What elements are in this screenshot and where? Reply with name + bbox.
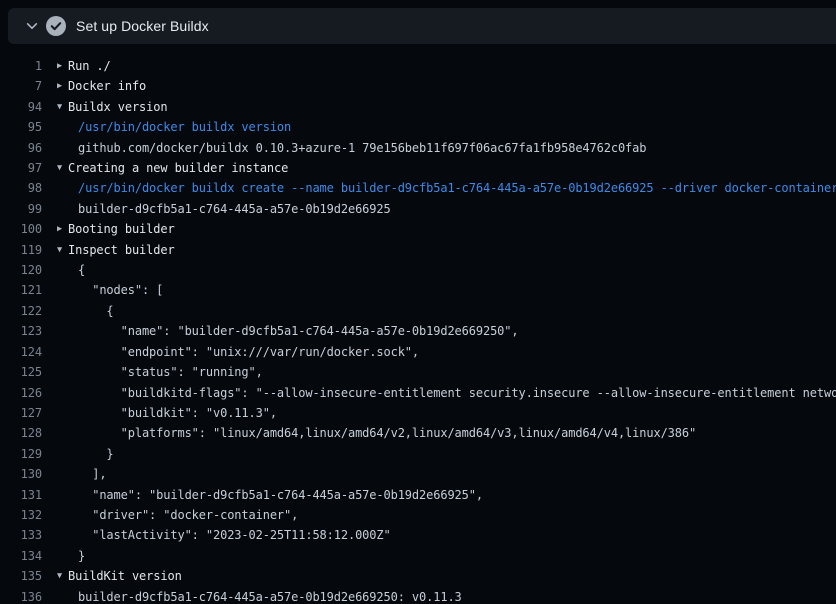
- line-number[interactable]: 123: [0, 321, 42, 341]
- line-number[interactable]: 98: [0, 178, 42, 198]
- line-number[interactable]: 99: [0, 199, 42, 219]
- output-text: }: [78, 444, 114, 464]
- log-line[interactable]: 97 ▼Creating a new builder instance: [0, 158, 836, 178]
- log-line[interactable]: 94 ▼Buildx version: [0, 97, 836, 117]
- log-line[interactable]: 100 ▶Booting builder: [0, 219, 836, 239]
- group-title[interactable]: BuildKit version: [68, 569, 182, 583]
- log-line: 131 "name": "builder-d9cfb5a1-c764-445a-…: [0, 485, 836, 505]
- output-text: "driver": "docker-container",: [78, 505, 298, 525]
- line-number[interactable]: 126: [0, 383, 42, 403]
- log-line: 124 "endpoint": "unix:///var/run/docker.…: [0, 342, 836, 362]
- output-text: {: [78, 301, 114, 321]
- group-title[interactable]: Booting builder: [68, 222, 175, 236]
- output-text: "buildkitd-flags": "--allow-insecure-ent…: [78, 383, 836, 403]
- command-text: /usr/bin/docker buildx version: [78, 117, 291, 137]
- log-line: 128 "platforms": "linux/amd64,linux/amd6…: [0, 423, 836, 443]
- log-line: 129 }: [0, 444, 836, 464]
- line-number[interactable]: 135: [0, 566, 42, 586]
- output-text: builder-d9cfb5a1-c764-445a-a57e-0b19d2e6…: [78, 199, 391, 219]
- triangle-collapsed-icon[interactable]: ▶: [57, 56, 68, 76]
- triangle-expanded-icon[interactable]: ▼: [57, 566, 68, 586]
- line-number[interactable]: 129: [0, 444, 42, 464]
- log-line: 125 "status": "running",: [0, 362, 836, 382]
- output-text: "name": "builder-d9cfb5a1-c764-445a-a57e…: [78, 485, 483, 505]
- log-line: 133 "lastActivity": "2023-02-25T11:58:12…: [0, 525, 836, 545]
- line-number[interactable]: 96: [0, 138, 42, 158]
- log-line[interactable]: 119 ▼Inspect builder: [0, 240, 836, 260]
- group-title[interactable]: Buildx version: [68, 100, 167, 114]
- line-number[interactable]: 120: [0, 260, 42, 280]
- line-number[interactable]: 1: [0, 56, 42, 76]
- line-number[interactable]: 134: [0, 546, 42, 566]
- group-title[interactable]: Creating a new builder instance: [68, 161, 288, 175]
- output-text: github.com/docker/buildx 0.10.3+azure-1 …: [78, 138, 646, 158]
- log-line: 99 builder-d9cfb5a1-c764-445a-a57e-0b19d2…: [0, 199, 836, 219]
- group-title[interactable]: Run ./: [68, 59, 111, 73]
- chevron-down-icon[interactable]: [25, 19, 39, 33]
- triangle-expanded-icon[interactable]: ▼: [57, 240, 68, 260]
- line-number[interactable]: 122: [0, 301, 42, 321]
- line-number[interactable]: 128: [0, 423, 42, 443]
- line-number[interactable]: 119: [0, 240, 42, 260]
- output-text: {: [78, 260, 85, 280]
- line-number[interactable]: 121: [0, 280, 42, 300]
- log-lines: 1▶Run ./7▶Docker info94▼Buildx version95…: [0, 44, 836, 604]
- log-line: 123 "name": "builder-d9cfb5a1-c764-445a-…: [0, 321, 836, 341]
- line-number[interactable]: 94: [0, 97, 42, 117]
- line-number[interactable]: 136: [0, 587, 42, 604]
- line-number[interactable]: 127: [0, 403, 42, 423]
- line-number[interactable]: 124: [0, 342, 42, 362]
- output-text: "name": "builder-d9cfb5a1-c764-445a-a57e…: [78, 321, 519, 341]
- output-text: "buildkit": "v0.11.3",: [78, 403, 277, 423]
- log-line: 121 "nodes": [: [0, 280, 836, 300]
- output-text: }: [78, 546, 85, 566]
- output-text: builder-d9cfb5a1-c764-445a-a57e-0b19d2e6…: [78, 587, 462, 604]
- output-text: "endpoint": "unix:///var/run/docker.sock…: [78, 342, 419, 362]
- group-title[interactable]: Inspect builder: [68, 243, 175, 257]
- log-line: 136 builder-d9cfb5a1-c764-445a-a57e-0b19d…: [0, 587, 836, 604]
- output-text: "nodes": [: [78, 280, 163, 300]
- log-line: 120 {: [0, 260, 836, 280]
- line-number[interactable]: 97: [0, 158, 42, 178]
- log-line: 98/usr/bin/docker buildx create --name b…: [0, 178, 836, 198]
- line-number[interactable]: 130: [0, 464, 42, 484]
- triangle-collapsed-icon[interactable]: ▶: [57, 219, 68, 239]
- step-title: Set up Docker Buildx: [76, 18, 209, 34]
- output-text: "status": "running",: [78, 362, 263, 382]
- line-number[interactable]: 95: [0, 117, 42, 137]
- triangle-collapsed-icon[interactable]: ▶: [57, 76, 68, 96]
- group-title[interactable]: Docker info: [68, 79, 146, 93]
- command-text: /usr/bin/docker buildx create --name bui…: [78, 178, 836, 198]
- line-number[interactable]: 7: [0, 76, 42, 96]
- log-line: 95/usr/bin/docker buildx version: [0, 117, 836, 137]
- output-text: "lastActivity": "2023-02-25T11:58:12.000…: [78, 525, 391, 545]
- log-line[interactable]: 1 ▶Run ./: [0, 56, 836, 76]
- log-line: 127 "buildkit": "v0.11.3",: [0, 403, 836, 423]
- line-number[interactable]: 125: [0, 362, 42, 382]
- triangle-expanded-icon[interactable]: ▼: [57, 158, 68, 178]
- log-line[interactable]: 7 ▶Docker info: [0, 76, 836, 96]
- check-circle-icon: [46, 16, 66, 36]
- line-number[interactable]: 100: [0, 219, 42, 239]
- line-number[interactable]: 132: [0, 505, 42, 525]
- log-line: 132 "driver": "docker-container",: [0, 505, 836, 525]
- log-line: 134}: [0, 546, 836, 566]
- log-line[interactable]: 135 ▼BuildKit version: [0, 566, 836, 586]
- log-line: 96 github.com/docker/buildx 0.10.3+azure-…: [0, 138, 836, 158]
- triangle-expanded-icon[interactable]: ▼: [57, 97, 68, 117]
- log-line: 126 "buildkitd-flags": "--allow-insecure…: [0, 383, 836, 403]
- step-header[interactable]: Set up Docker Buildx: [8, 8, 836, 44]
- output-text: "platforms": "linux/amd64,linux/amd64/v2…: [78, 423, 696, 443]
- line-number[interactable]: 133: [0, 525, 42, 545]
- log-line: 122 {: [0, 301, 836, 321]
- log-line: 130 ],: [0, 464, 836, 484]
- output-text: ],: [78, 464, 106, 484]
- line-number[interactable]: 131: [0, 485, 42, 505]
